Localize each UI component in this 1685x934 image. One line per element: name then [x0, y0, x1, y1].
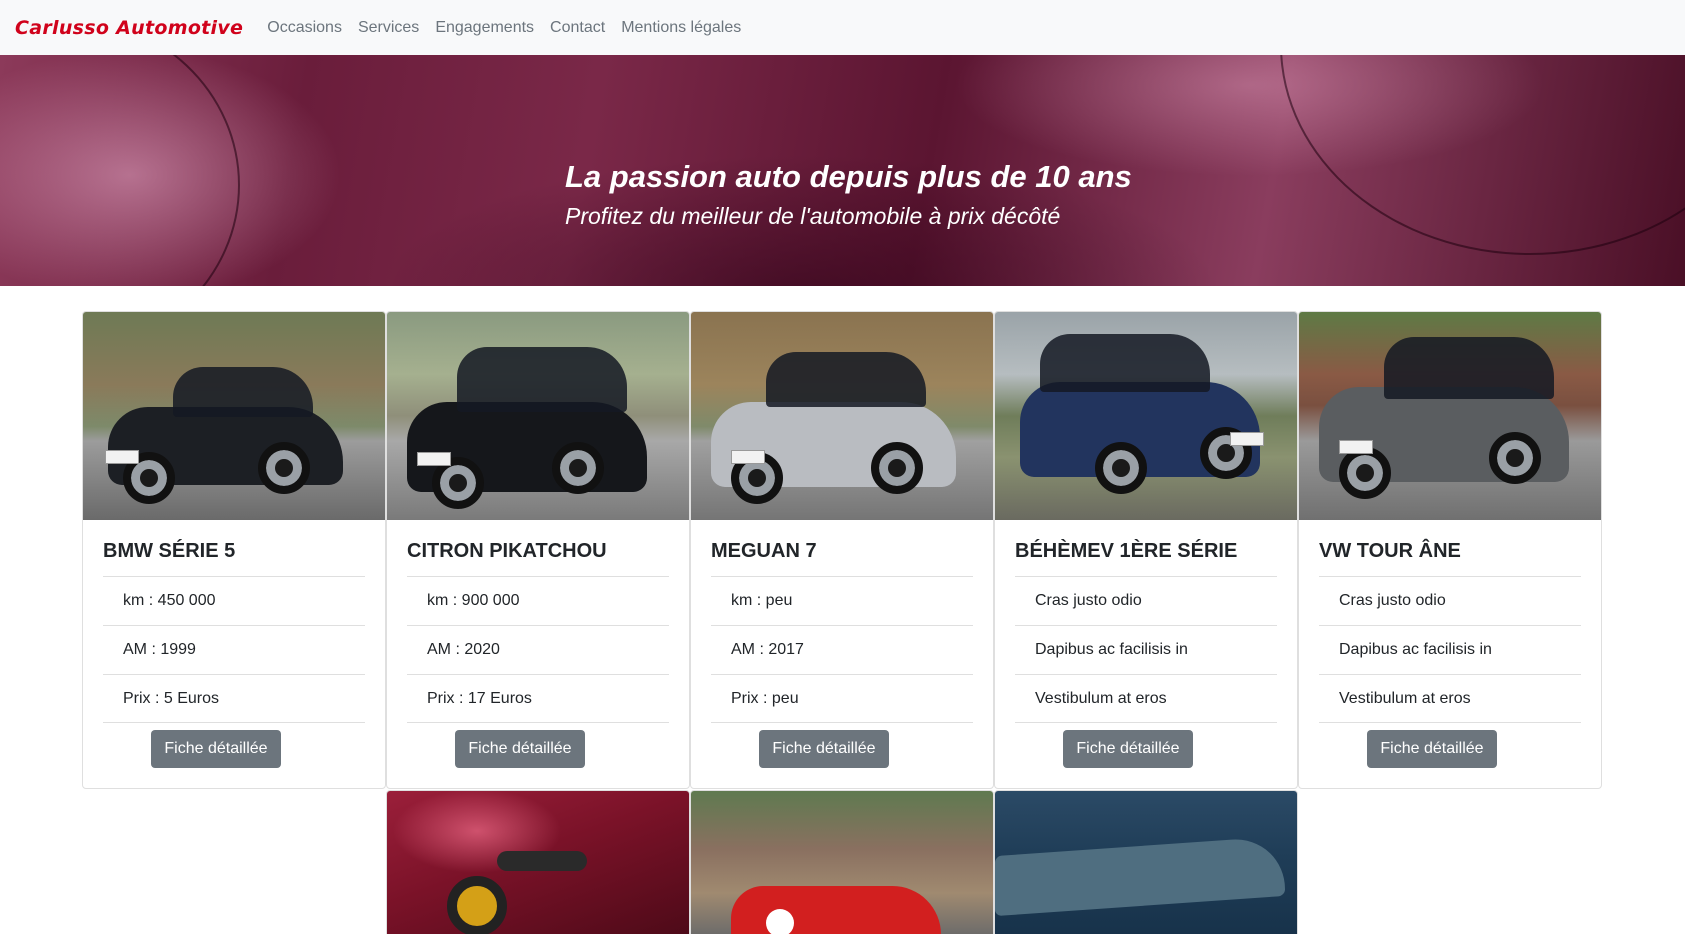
race-number-badge: [766, 909, 794, 934]
car-card: BMW SÉRIE 5 km : 450 000 AM : 1999 Prix …: [82, 311, 386, 789]
car-card: CITRON PIKATCHOU km : 900 000 AM : 2020 …: [386, 311, 690, 789]
nav-link-contact[interactable]: Contact: [550, 19, 605, 37]
spec-list: km : 900 000 AM : 2020 Prix : 17 Euros: [407, 576, 669, 723]
hero-banner: La passion auto depuis plus de 10 ans Pr…: [0, 55, 1685, 286]
race-car: [731, 886, 941, 934]
car-card: [690, 790, 994, 934]
car-image: [691, 312, 993, 520]
car-card: [994, 790, 1298, 934]
spec-item: Prix : 5 Euros: [103, 674, 365, 723]
spec-item: km : 900 000: [407, 576, 669, 625]
navbar: Carlusso Automotive Occasions Services E…: [0, 0, 1685, 55]
hero-title: La passion auto depuis plus de 10 ans: [565, 159, 1132, 194]
car-card: VW TOUR ÂNE Cras justo odio Dapibus ac f…: [1298, 311, 1602, 789]
spec-item: km : 450 000: [103, 576, 365, 625]
brand-logo[interactable]: Carlusso Automotive: [15, 17, 243, 39]
card-title: VW TOUR ÂNE: [1319, 540, 1461, 562]
spec-item: Prix : peu: [711, 674, 973, 723]
car-image: [83, 312, 385, 520]
spec-item: Vestibulum at eros: [1015, 674, 1277, 723]
nav-link-services[interactable]: Services: [358, 19, 419, 37]
wheel: [447, 876, 507, 934]
spec-item: km : peu: [711, 576, 973, 625]
spec-item: Cras justo odio: [1319, 576, 1581, 625]
spec-list: Cras justo odio Dapibus ac facilisis in …: [1319, 576, 1581, 723]
detail-sheet-button[interactable]: Fiche détaillée: [455, 730, 585, 768]
card-title: CITRON PIKATCHOU: [407, 540, 607, 562]
spec-list: km : peu AM : 2017 Prix : peu: [711, 576, 973, 723]
spec-item: Dapibus ac facilisis in: [1319, 625, 1581, 674]
spec-item: Vestibulum at eros: [1319, 674, 1581, 723]
hero-car-curve: [0, 55, 240, 286]
detail-sheet-button[interactable]: Fiche détaillée: [1063, 730, 1193, 768]
nav-link-mentions-legales[interactable]: Mentions légales: [621, 19, 741, 37]
spec-item: AM : 1999: [103, 625, 365, 674]
spec-list: km : 450 000 AM : 1999 Prix : 5 Euros: [103, 576, 365, 723]
detail-sheet-button[interactable]: Fiche détaillée: [759, 730, 889, 768]
car-image: [1299, 312, 1601, 520]
car-image: [995, 312, 1297, 520]
hero-subtitle: Profitez du meilleur de l'automobile à p…: [565, 203, 1061, 229]
card-title: BÉHÈMEV 1ÈRE SÉRIE: [1015, 540, 1238, 562]
nav-link-occasions[interactable]: Occasions: [267, 19, 342, 37]
card-title: MEGUAN 7: [711, 540, 817, 562]
card-title: BMW SÉRIE 5: [103, 540, 236, 562]
spec-item: AM : 2020: [407, 625, 669, 674]
spec-item: Dapibus ac facilisis in: [1015, 625, 1277, 674]
spec-item: Prix : 17 Euros: [407, 674, 669, 723]
spec-item: AM : 2017: [711, 625, 973, 674]
car-card: [386, 790, 690, 934]
nav-link-engagements[interactable]: Engagements: [435, 19, 534, 37]
detail-sheet-button[interactable]: Fiche détaillée: [151, 730, 281, 768]
car-image: [387, 312, 689, 520]
headlight: [497, 851, 587, 871]
car-card: BÉHÈMEV 1ÈRE SÉRIE Cras justo odio Dapib…: [994, 311, 1298, 789]
spec-list: Cras justo odio Dapibus ac facilisis in …: [1015, 576, 1277, 723]
hero-car-curve: [1280, 55, 1685, 255]
nav-links: Occasions Services Engagements Contact M…: [267, 19, 757, 37]
spec-item: Cras justo odio: [1015, 576, 1277, 625]
car-card: MEGUAN 7 km : peu AM : 2017 Prix : peu F…: [690, 311, 994, 789]
detail-sheet-button[interactable]: Fiche détaillée: [1367, 730, 1497, 768]
